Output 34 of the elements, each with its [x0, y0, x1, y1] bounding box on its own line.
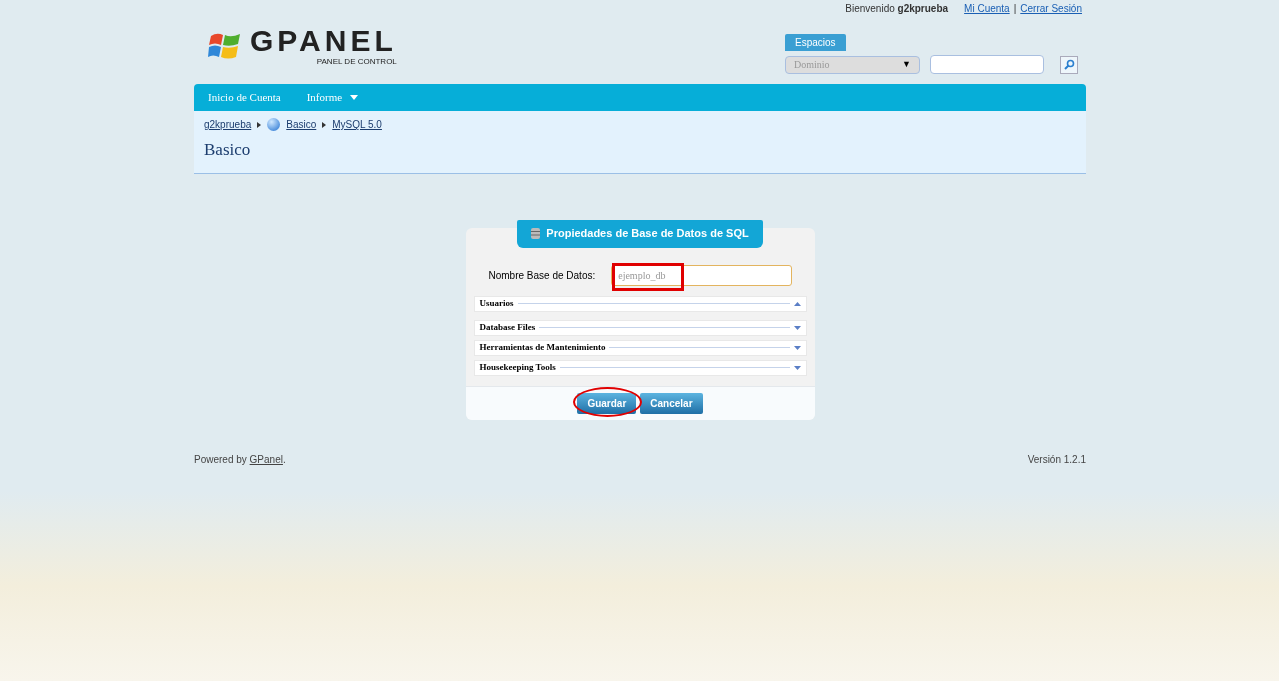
caret-down-icon	[793, 325, 801, 330]
globe-icon	[267, 118, 281, 131]
caret-down-icon	[793, 345, 801, 350]
breadcrumb-link[interactable]: Basico	[286, 117, 317, 132]
collapsible-section[interactable]: Herramientas de Mantenimiento	[473, 339, 807, 356]
search-button[interactable]	[1060, 55, 1078, 74]
caret-up-icon	[793, 301, 801, 306]
page-title: Basico	[204, 139, 252, 161]
search-icon	[1063, 59, 1075, 70]
collapsible-section[interactable]: Database Files	[473, 319, 807, 336]
card-title: Propiedades de Base de Datos de SQL	[546, 226, 749, 242]
collapsible-section[interactable]: Usuarios	[473, 295, 807, 312]
caret-down-icon	[793, 365, 801, 370]
separator-text: |	[1013, 1, 1017, 16]
gpanel-link[interactable]: GPanel	[249, 453, 283, 465]
caret-icon	[350, 95, 359, 100]
breadcrumb-link[interactable]: g2kprueba	[204, 117, 252, 132]
logo-wordmark: GPANEL	[250, 26, 397, 56]
logo-tagline: PANEL DE CONTROL	[316, 56, 397, 68]
highlight-ellipse	[572, 386, 642, 417]
powered-by-text: Powered by GPanel.	[194, 452, 286, 467]
domain-select[interactable]: Dominio ▼	[785, 55, 920, 74]
chevron-icon	[257, 121, 262, 128]
logout-link[interactable]: Cerrar Sesión	[1020, 0, 1082, 16]
version-text: Versión 1.2.1	[1027, 452, 1086, 467]
database-icon	[531, 228, 541, 239]
collapsible-section[interactable]: Housekeeping Tools	[473, 359, 807, 376]
account-link[interactable]: Mi Cuenta	[964, 0, 1010, 16]
chevron-icon	[322, 121, 327, 128]
breadcrumb-link[interactable]: MySQL 5.0	[332, 117, 382, 132]
welcome-text: Bienvenido g2kprueba	[845, 1, 949, 16]
spaces-label: Espacios	[785, 34, 846, 51]
search-field[interactable]	[930, 55, 1044, 74]
field-label: Nombre Base de Datos:	[488, 268, 596, 283]
